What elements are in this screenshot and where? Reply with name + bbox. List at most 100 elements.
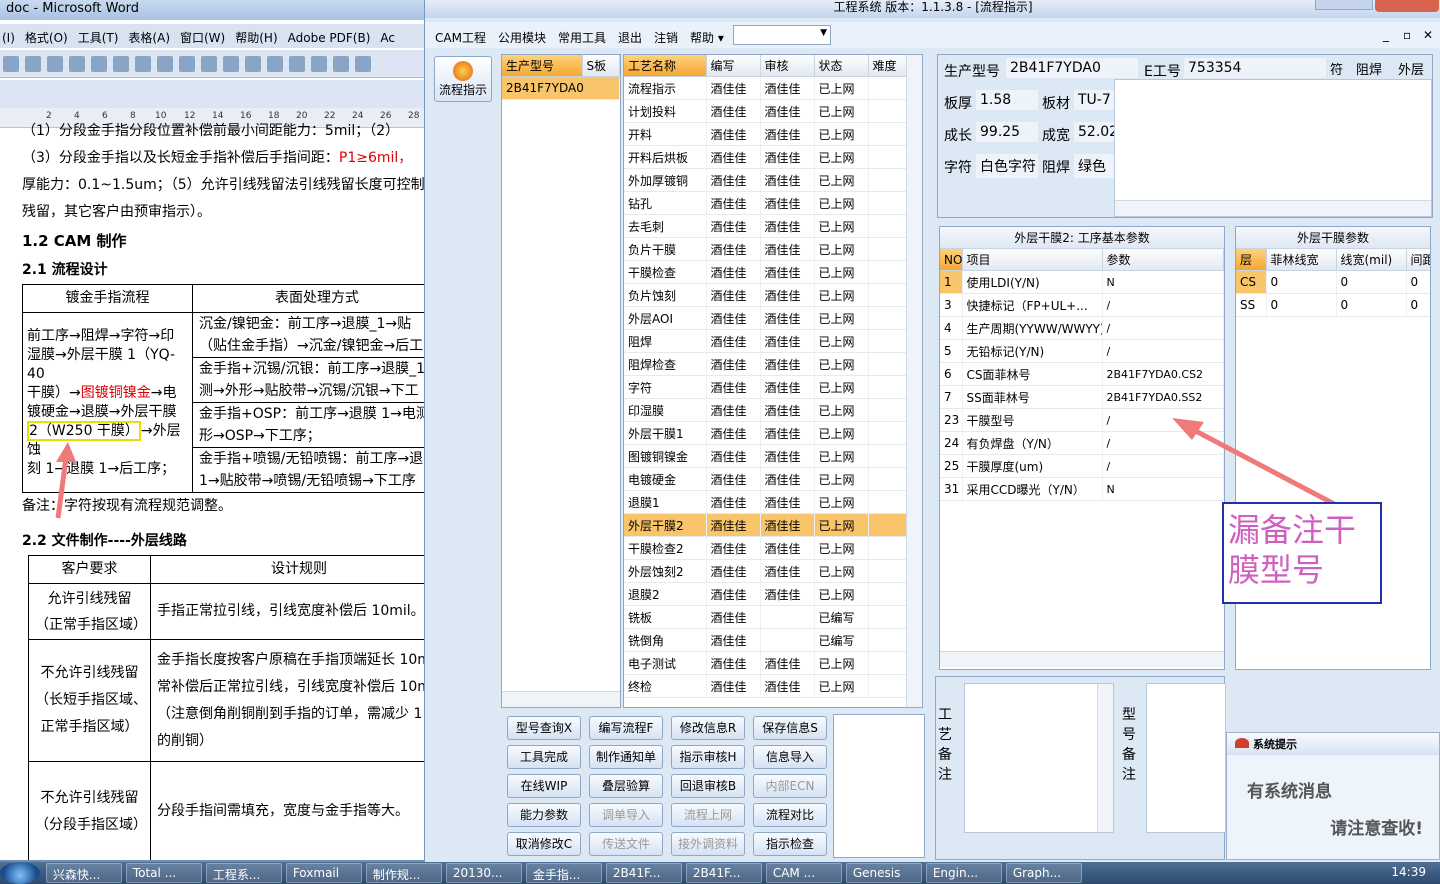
col-header-author[interactable]: 编写 <box>706 55 761 77</box>
taskbar-item[interactable]: CAM ... <box>765 863 842 883</box>
mdi-close-icon[interactable]: ✕ <box>1423 28 1433 42</box>
action-button[interactable]: 内部ECN <box>753 774 827 798</box>
action-button[interactable]: 工具完成 <box>507 745 581 769</box>
col-header-status[interactable]: 状态 <box>814 55 869 77</box>
model-note-textarea[interactable] <box>1146 683 1226 833</box>
col-header-spacing[interactable]: 间距 <box>1406 249 1430 271</box>
start-button-icon[interactable] <box>0 862 40 884</box>
action-button[interactable]: 型号查询X <box>507 716 581 740</box>
action-button[interactable]: 调单导入 <box>589 803 663 827</box>
action-button[interactable]: 能力参数 <box>507 803 581 827</box>
param-row[interactable]: 3 快捷标记（FP+UL+... / <box>940 293 1224 317</box>
process-row[interactable]: 图镀铜镍金 酒佳佳 酒佳佳 已上网 <box>624 444 908 468</box>
col-header-process[interactable]: 工艺名称 <box>624 55 707 77</box>
action-button[interactable]: 信息导入 <box>753 745 827 769</box>
process-row[interactable]: 终检 酒佳佳 酒佳佳 已上网 <box>624 674 908 698</box>
col-header-film-width[interactable]: 菲林线宽 <box>1266 249 1337 271</box>
e-number-value[interactable]: 753354 <box>1184 58 1326 78</box>
process-row[interactable]: 退膜1 酒佳佳 酒佳佳 已上网 <box>624 490 908 514</box>
process-row[interactable]: 计划投料 酒佳佳 酒佳佳 已上网 <box>624 99 908 123</box>
process-row[interactable]: 阻焊检查 酒佳佳 酒佳佳 已上网 <box>624 352 908 376</box>
param-row[interactable]: 6 CS面菲林号 2B41F7YDA0.CS2 <box>940 362 1224 386</box>
length-value[interactable]: 99.25 <box>976 122 1038 142</box>
action-button[interactable]: 回退审核B <box>671 774 745 798</box>
taskbar-item[interactable]: 20130... <box>445 863 522 883</box>
horizontal-scrollbar[interactable] <box>1115 200 1431 216</box>
process-row[interactable]: 字符 酒佳佳 酒佳佳 已上网 <box>624 375 908 399</box>
process-row[interactable]: 印湿膜 酒佳佳 酒佳佳 已上网 <box>624 398 908 422</box>
process-row[interactable]: 外层干膜2 酒佳佳 酒佳佳 已上网 <box>624 513 908 537</box>
outer-param-row[interactable]: SS 0 0 0 <box>1236 293 1430 317</box>
col-header-line-width[interactable]: 线宽(mil) <box>1336 249 1407 271</box>
col-header-param[interactable]: 参数 <box>1102 249 1224 271</box>
col-header-layer[interactable]: 层 <box>1236 249 1267 271</box>
process-row[interactable]: 外层干膜1 酒佳佳 酒佳佳 已上网 <box>624 421 908 445</box>
process-row[interactable]: 外层蚀刻2 酒佳佳 酒佳佳 已上网 <box>624 559 908 583</box>
process-row[interactable]: 干膜检查2 酒佳佳 酒佳佳 已上网 <box>624 536 908 560</box>
menu-exit[interactable]: 退出 <box>618 29 642 46</box>
model-value[interactable]: 2B41F7YDA0 <box>1006 58 1138 78</box>
width-value[interactable]: 52.02 <box>1074 122 1114 142</box>
menu-common-module[interactable]: 公用模块 <box>498 29 546 46</box>
menu-tools[interactable]: 常用工具 <box>558 29 606 46</box>
model-row[interactable]: 2B41F7YDA0 <box>502 76 620 100</box>
process-row[interactable]: 阻焊 酒佳佳 酒佳佳 已上网 <box>624 329 908 353</box>
char-value[interactable]: 白色字符 <box>976 154 1038 178</box>
col-header-model[interactable]: 生产型号 <box>502 55 583 77</box>
action-button[interactable]: 指示审核H <box>671 745 745 769</box>
process-row[interactable]: 外层AOI 酒佳佳 酒佳佳 已上网 <box>624 306 908 330</box>
menu-combo-box[interactable]: ▼ <box>733 25 831 45</box>
thickness-value[interactable]: 1.58 <box>976 90 1038 110</box>
process-row[interactable]: 负片蚀刻 酒佳佳 酒佳佳 已上网 <box>624 283 908 307</box>
close-window-icon[interactable] <box>1375 0 1439 12</box>
horizontal-scrollbar[interactable] <box>940 651 1224 667</box>
col-header-difficulty[interactable]: 难度 <box>868 55 908 77</box>
process-row[interactable]: 流程指示 酒佳佳 酒佳佳 已上网 <box>624 76 908 100</box>
param-row[interactable]: 1 使用LDI(Y/N) N <box>940 270 1224 294</box>
param-row[interactable]: 4 生产周期(YYWW/WWYY) / <box>940 316 1224 340</box>
taskbar-item[interactable]: 金手指... <box>525 863 602 883</box>
action-button[interactable]: 在线WIP <box>507 774 581 798</box>
taskbar-item[interactable]: Graph... <box>1005 863 1082 883</box>
process-row[interactable]: 负片干膜 酒佳佳 酒佳佳 已上网 <box>624 237 908 261</box>
taskbar-item[interactable]: 制作规... <box>365 863 442 883</box>
process-row[interactable]: 退膜2 酒佳佳 酒佳佳 已上网 <box>624 582 908 606</box>
action-button[interactable]: 流程上网 <box>671 803 745 827</box>
action-button[interactable]: 取消修改C <box>507 832 581 856</box>
process-row[interactable]: 电子测试 酒佳佳 酒佳佳 已上网 <box>624 651 908 675</box>
process-row[interactable]: 铣板 酒佳佳 已编写 <box>624 605 908 629</box>
taskbar-item[interactable]: Total ... <box>125 863 202 883</box>
process-row[interactable]: 开料 酒佳佳 酒佳佳 已上网 <box>624 122 908 146</box>
param-row[interactable]: 5 无铅标记(Y/N) / <box>940 339 1224 363</box>
menu-logout[interactable]: 注销 <box>654 29 678 46</box>
horizontal-scrollbar[interactable] <box>502 691 620 707</box>
process-row[interactable]: 去毛刺 酒佳佳 酒佳佳 已上网 <box>624 214 908 238</box>
col-header-s-board[interactable]: S板 <box>582 55 620 77</box>
process-row[interactable]: 干膜检查 酒佳佳 酒佳佳 已上网 <box>624 260 908 284</box>
mask-value[interactable]: 绿色 <box>1074 154 1114 178</box>
mdi-minimize-icon[interactable]: _ <box>1383 28 1389 42</box>
outer-param-row[interactable]: CS 0 0 0 <box>1236 270 1430 294</box>
taskbar-item[interactable]: 兴森快... <box>45 863 122 883</box>
col-header-no[interactable]: NO <box>940 249 963 271</box>
action-button[interactable]: 制作通知单 <box>589 745 663 769</box>
action-button[interactable]: 修改信息R <box>671 716 745 740</box>
vertical-scrollbar[interactable] <box>1097 684 1113 832</box>
action-button[interactable]: 接外调资料 <box>671 832 745 856</box>
taskbar-item[interactable]: 2B41F... <box>685 863 762 883</box>
minimize-maximize-icons[interactable] <box>1315 0 1373 10</box>
param-row[interactable]: 7 SS面菲林号 2B41F7YDA0.SS2 <box>940 385 1224 409</box>
material-value[interactable]: TU-7 <box>1074 90 1114 110</box>
process-row[interactable]: 铣倒角 酒佳佳 已编写 <box>624 628 908 652</box>
process-row[interactable]: 电镀硬金 酒佳佳 酒佳佳 已上网 <box>624 467 908 491</box>
system-notification[interactable]: 系统提示 有系统消息 请注意查收! <box>1226 732 1440 860</box>
taskbar-item[interactable]: Foxmail <box>285 863 362 883</box>
action-button[interactable]: 叠层验算 <box>589 774 663 798</box>
menu-cam-project[interactable]: CAM工程 <box>435 29 486 46</box>
taskbar-item[interactable]: Genesis <box>845 863 922 883</box>
action-button[interactable]: 编写流程F <box>589 716 663 740</box>
taskbar-item[interactable]: 工程系... <box>205 863 282 883</box>
action-button[interactable]: 指示检查 <box>753 832 827 856</box>
mdi-restore-icon[interactable]: ▫ <box>1403 28 1411 42</box>
taskbar-item[interactable]: Engin... <box>925 863 1002 883</box>
